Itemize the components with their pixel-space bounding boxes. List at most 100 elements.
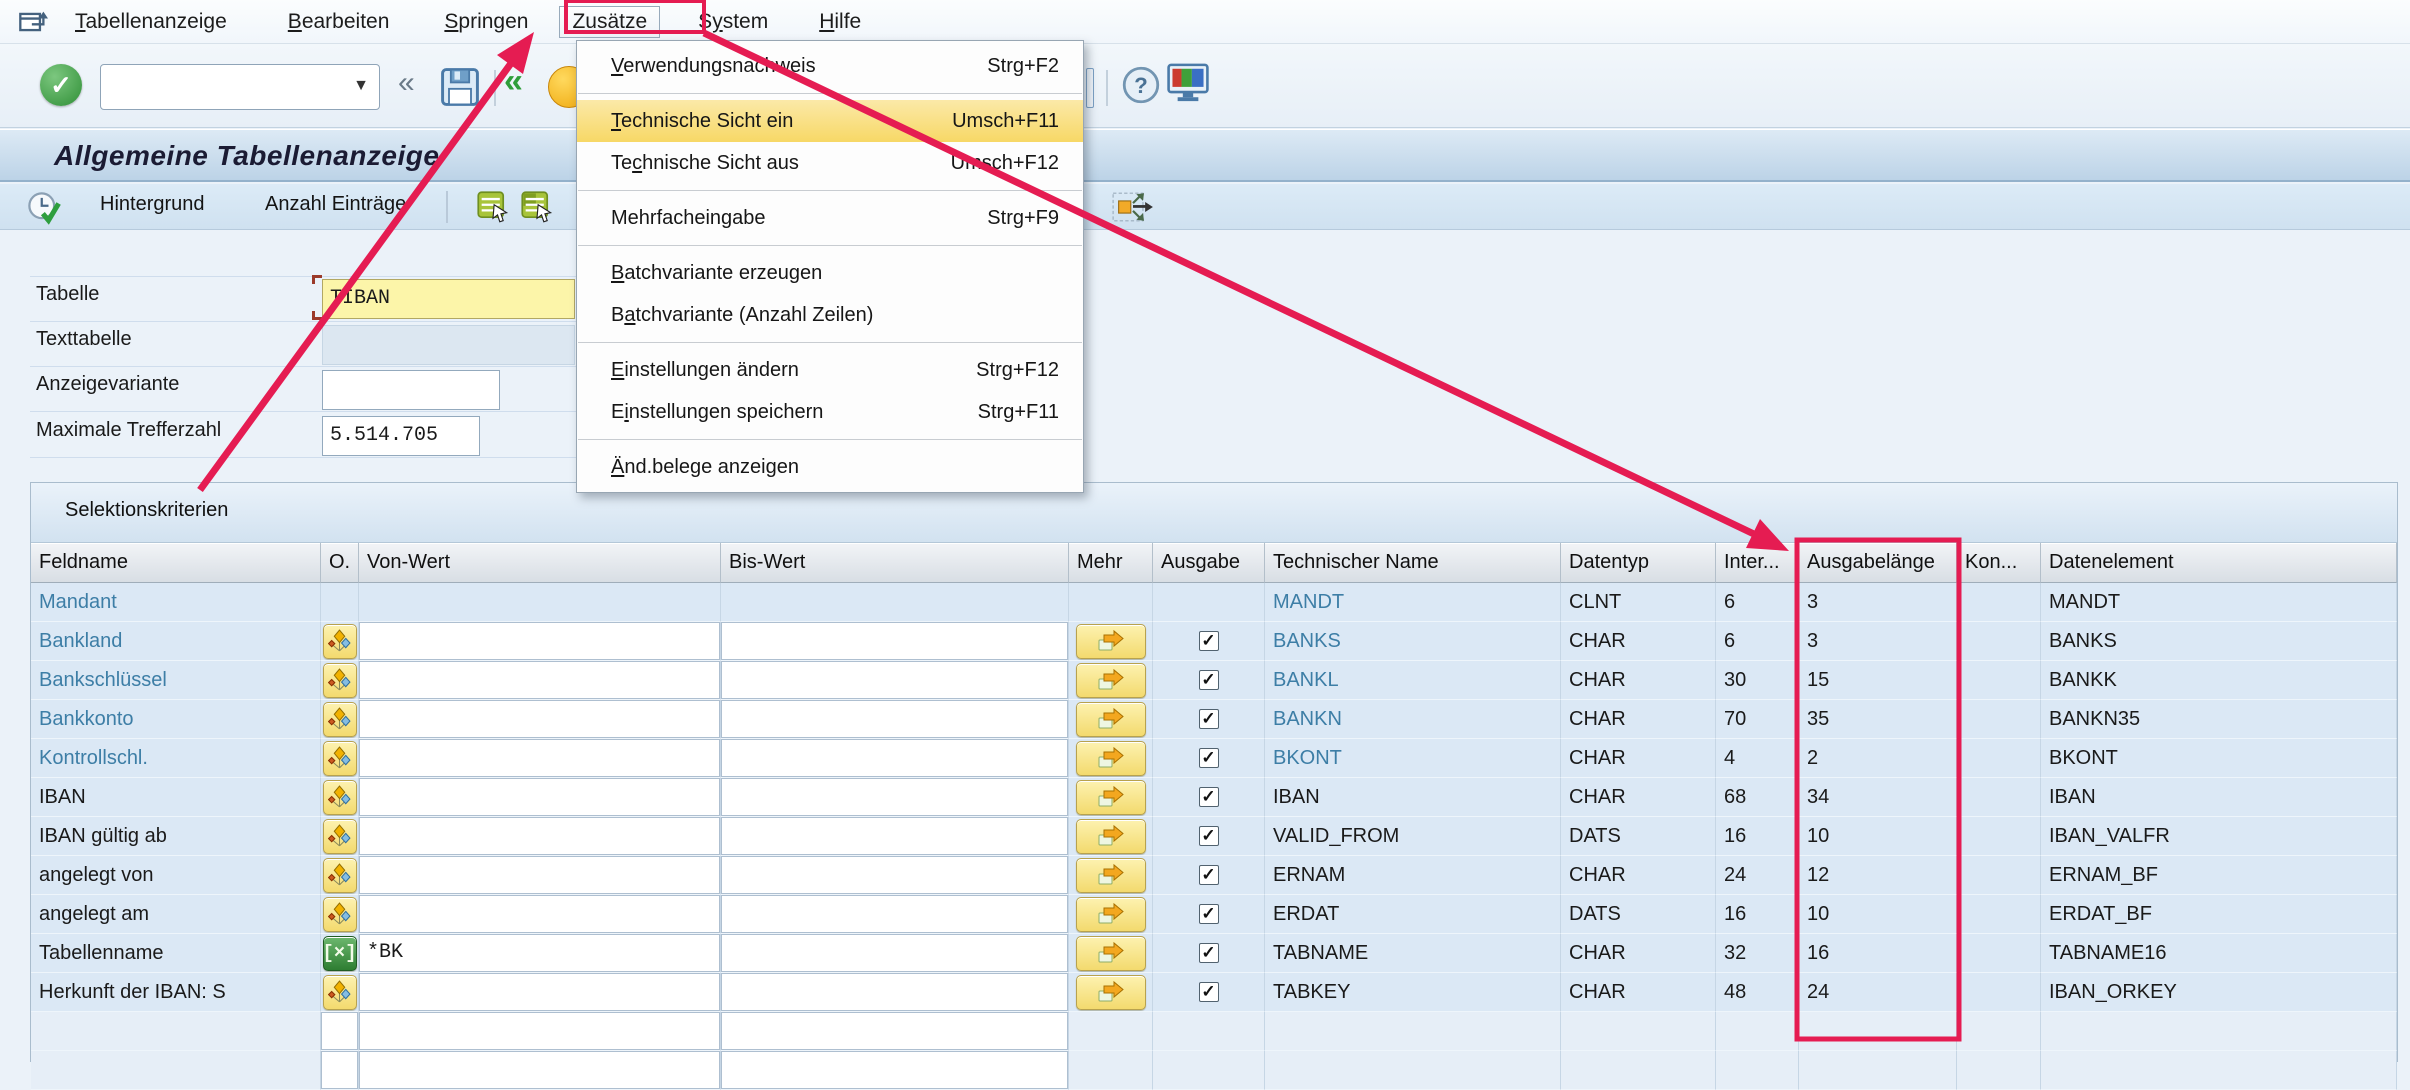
menubar-item-hilfe[interactable]: Hilfe bbox=[817, 7, 863, 37]
technical-name-cell[interactable]: BANKS bbox=[1265, 622, 1561, 661]
bis-wert-cell[interactable] bbox=[721, 739, 1069, 778]
menubar-item-bearbeiten[interactable]: Bearbeiten bbox=[286, 7, 392, 37]
menu-item-einstellungen-speichern[interactable]: Einstellungen speichernStrg+F11 bbox=[577, 391, 1083, 433]
save-icon[interactable] bbox=[438, 64, 482, 110]
column-header-technischer-name[interactable]: Technischer Name bbox=[1265, 543, 1561, 583]
output-checkbox[interactable]: ✓ bbox=[1199, 943, 1219, 963]
ausgabe-cell[interactable]: ✓ bbox=[1153, 622, 1265, 661]
dropdown-arrow-icon[interactable]: ▼ bbox=[353, 77, 369, 95]
selection-option-cell[interactable] bbox=[321, 700, 359, 739]
selection-option-button[interactable] bbox=[323, 897, 357, 932]
mehr-button[interactable] bbox=[1076, 936, 1146, 971]
mehr-cell[interactable] bbox=[1069, 661, 1153, 700]
column-header-o[interactable]: O. bbox=[321, 543, 359, 583]
selection-option-button[interactable] bbox=[323, 741, 357, 776]
menubar-item-system[interactable]: System bbox=[696, 7, 770, 37]
selection-option-button[interactable] bbox=[323, 975, 357, 1010]
column-header-ausgabe[interactable]: Ausgabe bbox=[1153, 543, 1265, 583]
bis-wert-cell[interactable] bbox=[721, 661, 1069, 700]
column-header-feldname[interactable]: Feldname bbox=[31, 543, 321, 583]
ausgabe-cell[interactable]: ✓ bbox=[1153, 817, 1265, 856]
selection-option-button[interactable] bbox=[323, 780, 357, 815]
deselect-block-icon[interactable] bbox=[520, 190, 554, 224]
ausgabe-cell[interactable]: ✓ bbox=[1153, 856, 1265, 895]
bis-wert-cell[interactable] bbox=[721, 895, 1069, 934]
selection-option-button[interactable] bbox=[323, 819, 357, 854]
von-wert-cell[interactable] bbox=[359, 817, 721, 856]
selection-option-cell[interactable] bbox=[321, 739, 359, 778]
selection-option-cell[interactable] bbox=[321, 895, 359, 934]
output-checkbox[interactable]: ✓ bbox=[1199, 670, 1219, 690]
back-icon[interactable]: « bbox=[504, 62, 523, 101]
number-of-entries-button[interactable]: Anzahl Einträge bbox=[265, 193, 406, 216]
ausgabe-cell[interactable]: ✓ bbox=[1153, 700, 1265, 739]
von-wert-cell[interactable]: *BK bbox=[359, 934, 721, 973]
mehr-button[interactable] bbox=[1076, 897, 1146, 932]
menu-item-verwendungsnachweis[interactable]: VerwendungsnachweisStrg+F2 bbox=[577, 45, 1083, 87]
fieldname-cell-bankland[interactable]: Bankland bbox=[31, 622, 321, 661]
ausgabe-cell[interactable]: ✓ bbox=[1153, 973, 1265, 1012]
selection-option-button[interactable] bbox=[323, 702, 357, 737]
output-checkbox[interactable]: ✓ bbox=[1199, 826, 1219, 846]
selection-option-cell[interactable] bbox=[321, 622, 359, 661]
bis-wert-cell[interactable] bbox=[721, 622, 1069, 661]
bis-wert-cell[interactable] bbox=[721, 934, 1069, 973]
column-header-ausgabelange[interactable]: Ausgabelänge bbox=[1799, 543, 1957, 583]
von-wert-cell[interactable] bbox=[359, 739, 721, 778]
help-icon[interactable]: ? bbox=[1122, 66, 1160, 104]
selection-option-cell[interactable] bbox=[321, 856, 359, 895]
max-hits-input[interactable]: 5.514.705 bbox=[322, 416, 480, 456]
von-wert-cell[interactable] bbox=[359, 700, 721, 739]
command-field[interactable]: ▼ bbox=[100, 64, 380, 110]
mehr-button[interactable] bbox=[1076, 702, 1146, 737]
menu-item-mehrfacheingabe[interactable]: MehrfacheingabeStrg+F9 bbox=[577, 197, 1083, 239]
selection-option-cell[interactable] bbox=[321, 778, 359, 817]
mehr-cell[interactable] bbox=[1069, 622, 1153, 661]
exclude-pattern-button[interactable]: [×] bbox=[323, 936, 357, 971]
output-checkbox[interactable]: ✓ bbox=[1199, 748, 1219, 768]
empty-value-cell[interactable] bbox=[359, 1012, 721, 1051]
mehr-button[interactable] bbox=[1076, 741, 1146, 776]
von-wert-cell[interactable] bbox=[359, 856, 721, 895]
technical-name-cell[interactable]: BANKN bbox=[1265, 700, 1561, 739]
fieldname-cell-mandant[interactable]: Mandant bbox=[31, 583, 321, 622]
selection-option-cell[interactable] bbox=[321, 973, 359, 1012]
mehr-button[interactable] bbox=[1076, 663, 1146, 698]
menu-item-technische-sicht-aus[interactable]: Technische Sicht ausUmsch+F12 bbox=[577, 142, 1083, 184]
column-header-mehr[interactable]: Mehr bbox=[1069, 543, 1153, 583]
output-checkbox[interactable]: ✓ bbox=[1199, 904, 1219, 924]
von-wert-cell[interactable] bbox=[359, 973, 721, 1012]
mehr-cell[interactable] bbox=[1069, 973, 1153, 1012]
mehr-button[interactable] bbox=[1076, 975, 1146, 1010]
command-input[interactable] bbox=[107, 69, 345, 105]
mehr-button[interactable] bbox=[1076, 819, 1146, 854]
bis-wert-cell[interactable] bbox=[721, 778, 1069, 817]
menubar-item-zusatze[interactable]: Zusätze bbox=[559, 6, 660, 38]
empty-value-cell[interactable] bbox=[321, 1012, 359, 1051]
menubar-item-springen[interactable]: Springen bbox=[442, 7, 530, 37]
mehr-button[interactable] bbox=[1076, 624, 1146, 659]
table-input[interactable]: TIBAN bbox=[322, 279, 575, 319]
menu-item-batchvariante-anzahl-zeilen[interactable]: Batchvariante (Anzahl Zeilen) bbox=[577, 294, 1083, 336]
menu-item-einstellungen-andern[interactable]: Einstellungen ändernStrg+F12 bbox=[577, 349, 1083, 391]
bis-wert-cell[interactable] bbox=[721, 973, 1069, 1012]
menu-item-batchvariante-erzeugen[interactable]: Batchvariante erzeugen bbox=[577, 252, 1083, 294]
selection-option-button[interactable] bbox=[323, 624, 357, 659]
technical-name-cell[interactable]: BANKL bbox=[1265, 661, 1561, 700]
display-variant-input[interactable] bbox=[322, 370, 500, 410]
fieldname-cell-kontrollschl[interactable]: Kontrollschl. bbox=[31, 739, 321, 778]
column-header-inter[interactable]: Inter... bbox=[1716, 543, 1799, 583]
ausgabe-cell[interactable]: ✓ bbox=[1153, 778, 1265, 817]
column-header-datentyp[interactable]: Datentyp bbox=[1561, 543, 1716, 583]
mehr-button[interactable] bbox=[1076, 858, 1146, 893]
ausgabe-cell[interactable]: ✓ bbox=[1153, 739, 1265, 778]
selection-option-cell[interactable]: [×] bbox=[321, 934, 359, 973]
menubar-item-tabellenanzeige[interactable]: Tabellenanzeige bbox=[73, 7, 229, 37]
column-header-bis-wert[interactable]: Bis-Wert bbox=[721, 543, 1069, 583]
mehr-cell[interactable] bbox=[1069, 778, 1153, 817]
von-wert-cell[interactable] bbox=[359, 622, 721, 661]
column-header-kon[interactable]: Kon... bbox=[1957, 543, 2041, 583]
output-checkbox[interactable]: ✓ bbox=[1199, 982, 1219, 1002]
fieldname-cell-bankschlussel[interactable]: Bankschlüssel bbox=[31, 661, 321, 700]
new-session-monitor-icon[interactable] bbox=[1166, 62, 1210, 104]
